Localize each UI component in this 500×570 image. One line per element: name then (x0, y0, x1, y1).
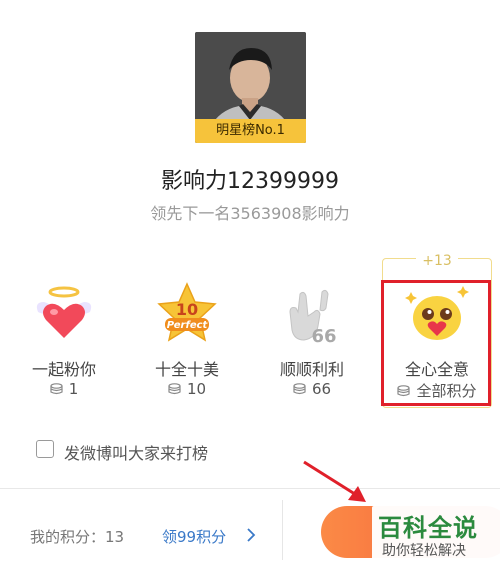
hand-66-icon: 66 (289, 289, 337, 346)
rank-badge: 明星榜No.1 (195, 119, 306, 143)
coin-icon (50, 383, 63, 395)
coin-icon (293, 383, 306, 395)
gift-price-value: 66 (311, 380, 332, 398)
gift-item-shiquanshimei[interactable]: 10 Perfect 十全十美 10 (131, 270, 243, 406)
lead-text: 领先下一名3563908影响力 (150, 204, 350, 223)
claim-points-link[interactable]: 领99积分 (162, 526, 226, 547)
gift-label: 十全十美 (154, 360, 219, 379)
icon-text-66: 66 (311, 326, 336, 346)
plus-count-text: +13 (416, 253, 458, 269)
gift-item-yiqifenni[interactable]: 一起粉你 1 (8, 270, 120, 406)
bottom-bar-divider (282, 500, 283, 560)
perfect-10-star-icon: 10 Perfect (157, 282, 217, 342)
coin-icon (168, 383, 181, 395)
highlight-box (381, 280, 491, 406)
my-points: 我的积分：13 (30, 528, 125, 546)
gift-price-value: 1 (68, 380, 79, 398)
gift-label: 顺顺利利 (279, 360, 344, 379)
gift-price: 10 (131, 380, 243, 398)
gift-label: 一起粉你 (31, 360, 96, 379)
watermark-subtitle: 助你轻松解决 (382, 543, 466, 559)
plus-count-badge: +13 (382, 253, 492, 269)
gift-price: 66 (256, 380, 368, 398)
gift-price: 1 (8, 380, 120, 398)
icon-text-10: 10 (176, 300, 198, 319)
influence-value: 影响力12399999 (161, 169, 339, 194)
chevron-right-icon[interactable] (244, 526, 258, 544)
watermark-title: 百科全说 (378, 514, 478, 542)
gift-price-value: 10 (186, 380, 207, 398)
star-avatar[interactable]: 明星榜No.1 (195, 32, 306, 143)
icon-text-perfect: Perfect (167, 320, 209, 331)
weibo-checkbox[interactable] (36, 440, 54, 458)
gift-item-shunshunlili[interactable]: 66 顺顺利利 66 (256, 270, 368, 406)
winged-heart-icon (36, 286, 92, 338)
weibo-checkbox-label[interactable]: 发微博叫大家来打榜 (64, 440, 208, 464)
red-arrow-annotation (303, 460, 366, 502)
